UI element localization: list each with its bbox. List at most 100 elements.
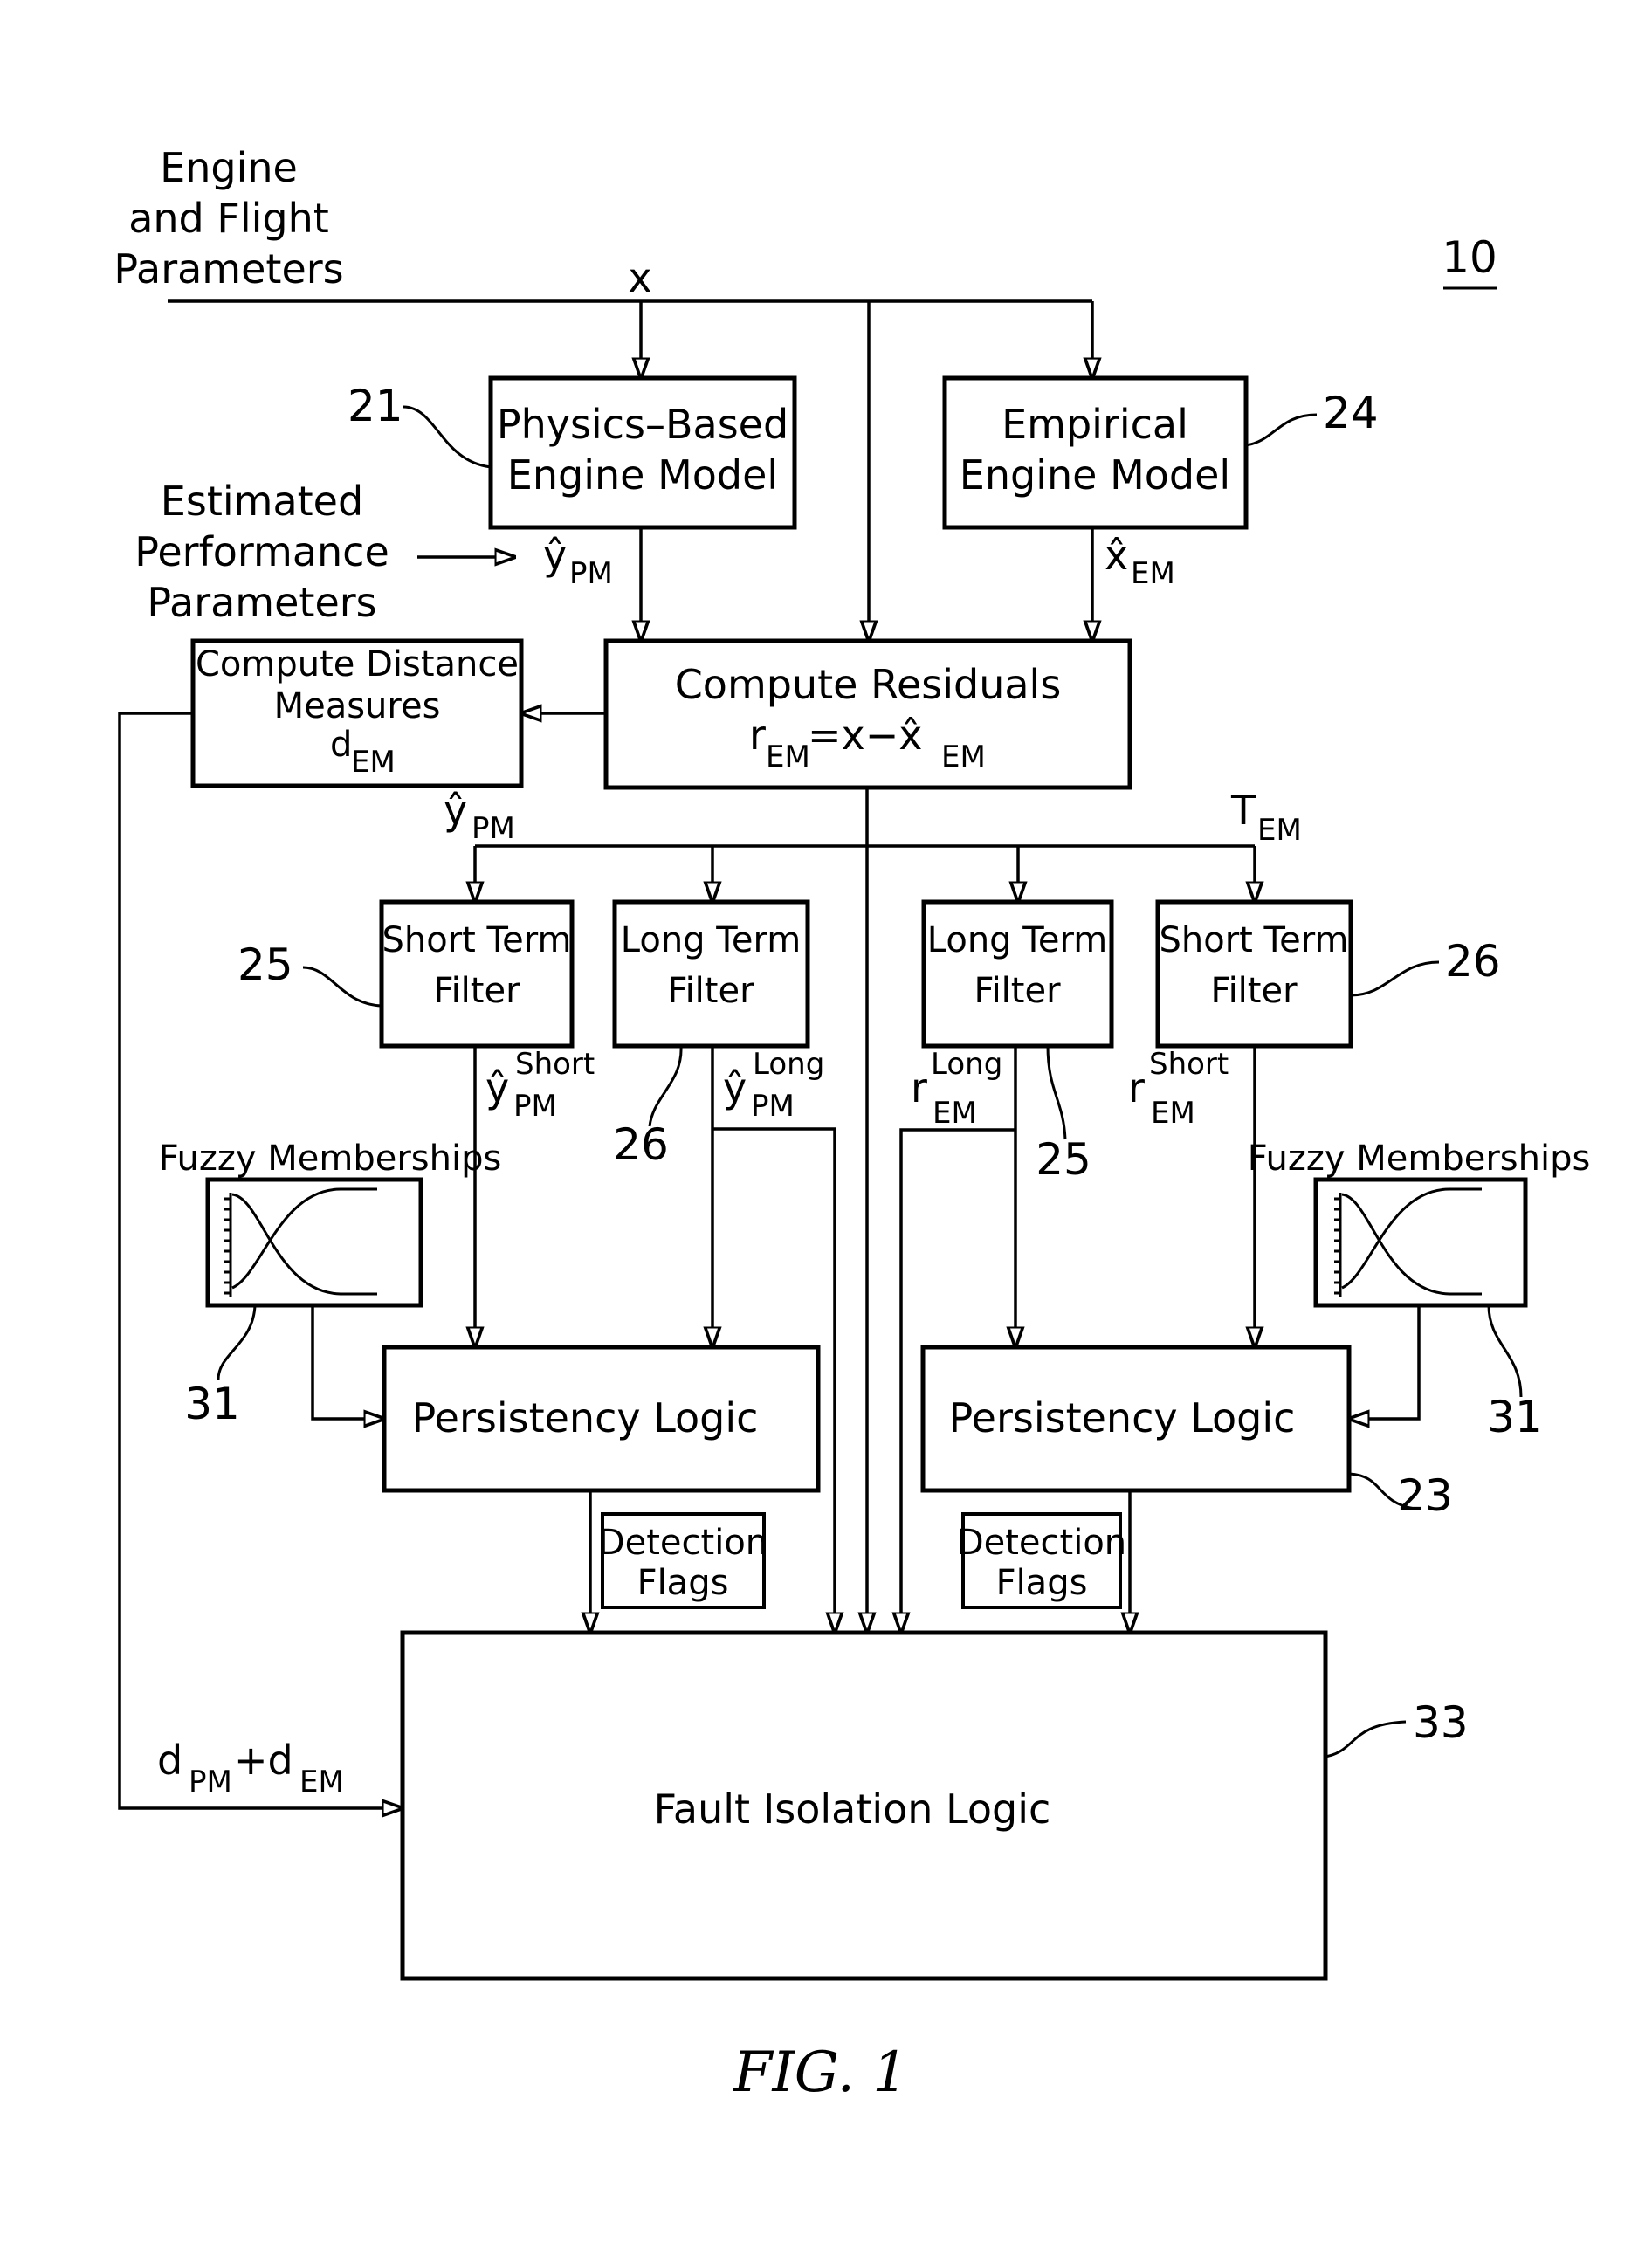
- estimated-line-1: Estimated: [161, 478, 363, 525]
- residuals-formula-r: r: [749, 712, 766, 759]
- figure-reference-number: 10: [1442, 232, 1497, 283]
- t-em-sub: EM: [1257, 813, 1302, 848]
- ref-24: 24: [1323, 388, 1379, 438]
- ref-31-right: 31: [1487, 1392, 1543, 1442]
- signal-distance-sum: d PM +d EM: [157, 1737, 344, 1799]
- y-pm-short-base: ŷ: [485, 1064, 509, 1111]
- lt-em-line-1: Long Term: [927, 920, 1107, 960]
- lt-em-line-2: Filter: [974, 971, 1061, 1011]
- ref-25-left-leader: [302, 966, 382, 1008]
- detection-flags-left-line-1: Detection: [598, 1523, 767, 1563]
- persistency-right-label: Persistency Logic: [949, 1394, 1296, 1441]
- long-term-filter-em-block[interactable]: Long Term Filter: [921, 899, 1114, 1049]
- st-pm-line-1: Short Term: [382, 920, 571, 960]
- residuals-formula-sub1: EM: [766, 740, 810, 774]
- st-em-line-2: Filter: [1210, 971, 1298, 1011]
- st-pm-line-2: Filter: [433, 971, 520, 1011]
- compute-residuals-block[interactable]: Compute Residuals r EM =x−x̂ EM: [603, 638, 1132, 790]
- x-em-hat-sub: EM: [1131, 556, 1175, 591]
- signal-y-pm-bus: ŷ PM: [444, 787, 515, 846]
- residuals-formula-mid: =x−x̂: [808, 712, 923, 759]
- ref-25-left: 25: [237, 939, 293, 990]
- ref-33: 33: [1413, 1697, 1469, 1748]
- ref-31-left-leader: [217, 1304, 257, 1380]
- signal-y-pm-long: ŷ Long PM: [723, 1047, 824, 1124]
- distance-sum-d1: d: [157, 1737, 182, 1784]
- ref-24-leader: [1245, 413, 1318, 447]
- signal-t-em: T EM: [1230, 787, 1302, 848]
- ref-26-right: 26: [1445, 936, 1501, 987]
- x-em-hat-base: x̂: [1105, 532, 1128, 579]
- y-pm-long-sub: PM: [751, 1089, 795, 1124]
- residuals-title: Compute Residuals: [675, 661, 1062, 708]
- fault-isolation-label: Fault Isolation Logic: [654, 1785, 1051, 1833]
- ref-21: 21: [348, 381, 403, 431]
- y-pm-short-sup: Short: [515, 1047, 595, 1082]
- fuzzy-memberships-right-block[interactable]: [1313, 1177, 1528, 1308]
- figure-caption: FIG. 1: [733, 2040, 908, 2105]
- ref-25-right: 25: [1036, 1134, 1091, 1185]
- r-em-long-base: r: [911, 1064, 927, 1111]
- inputs-title-line-2: and Flight: [128, 195, 329, 242]
- r-em-long-sup: Long: [931, 1047, 1002, 1082]
- signal-r-em-long: r Long EM: [911, 1047, 1002, 1131]
- distance-sum-sub2: EM: [299, 1765, 344, 1799]
- fuzzy-memberships-left-block[interactable]: [205, 1177, 423, 1308]
- distance-symbol: d: [330, 725, 352, 765]
- empirical-model-line-1: Empirical: [1002, 401, 1188, 448]
- figure-reference: 10: [1442, 232, 1497, 290]
- fuzzy-right-title: Fuzzy Memberships: [1248, 1139, 1591, 1179]
- physics-model-line-1: Physics–Based: [497, 401, 788, 448]
- distance-sum-sub1: PM: [189, 1765, 232, 1799]
- ref-31-left: 31: [184, 1379, 240, 1429]
- detection-flags-right-line-2: Flags: [996, 1563, 1088, 1603]
- compute-distance-measures-block[interactable]: Compute Distance Measures d EM: [190, 638, 524, 788]
- signal-x-em-hat: x̂ EM: [1105, 532, 1175, 591]
- physics-based-engine-model-block[interactable]: Physics–Based Engine Model: [488, 375, 797, 530]
- distance-sum-plus: +d: [234, 1737, 293, 1784]
- fault-isolation-logic-block[interactable]: Fault Isolation Logic: [400, 1630, 1328, 1981]
- inputs-label: Engine and Flight Parameters x: [114, 144, 651, 301]
- short-term-filter-em-block[interactable]: Short Term Filter: [1155, 899, 1353, 1049]
- ref-26-right-leader: [1350, 960, 1440, 997]
- lt-pm-line-1: Long Term: [621, 920, 801, 960]
- ref-31-right-leader: [1487, 1304, 1523, 1398]
- y-pm-bus-base: ŷ: [444, 787, 467, 834]
- inputs-title-line-3: Parameters: [114, 245, 343, 292]
- st-em-line-1: Short Term: [1159, 920, 1348, 960]
- ref-26-left: 26: [613, 1119, 669, 1170]
- r-em-short-sup: Short: [1149, 1047, 1229, 1082]
- short-term-filter-pm-block[interactable]: Short Term Filter: [379, 899, 575, 1049]
- lt-pm-line-2: Filter: [667, 971, 754, 1011]
- y-pm-long-base: ŷ: [723, 1064, 747, 1111]
- signal-r-em-short: r Short EM: [1128, 1047, 1229, 1131]
- y-pm-short-sub: PM: [513, 1089, 557, 1124]
- empirical-engine-model-block[interactable]: Empirical Engine Model: [942, 375, 1249, 530]
- ref-26-left-leader: [648, 1045, 683, 1127]
- y-pm-hat-sub: PM: [569, 556, 613, 591]
- inputs-title-line-1: Engine: [160, 144, 298, 191]
- ref-33-leader: [1325, 1720, 1407, 1758]
- y-pm-long-sup: Long: [753, 1047, 824, 1082]
- ref-23: 23: [1397, 1470, 1453, 1521]
- persistency-logic-left-block[interactable]: Persistency Logic: [382, 1345, 821, 1493]
- r-em-short-base: r: [1128, 1064, 1145, 1111]
- input-signal-x: x: [628, 254, 651, 301]
- physics-model-line-2: Engine Model: [507, 451, 778, 499]
- fuzzy-right-to-persistency-arrow: [1349, 1305, 1421, 1419]
- empirical-model-line-2: Engine Model: [960, 451, 1230, 499]
- persistency-left-label: Persistency Logic: [412, 1394, 759, 1441]
- persistency-logic-right-block[interactable]: Persistency Logic: [920, 1345, 1352, 1493]
- long-term-filter-pm-block[interactable]: Long Term Filter: [612, 899, 810, 1049]
- ref-21-leader: [403, 405, 492, 469]
- estimated-line-3: Parameters: [147, 579, 376, 626]
- block-diagram: 10 Engine and Flight Parameters x Physic…: [114, 144, 1591, 2105]
- y-pm-bus-sub: PM: [472, 811, 515, 846]
- detection-flags-right-label: Detection Flags: [957, 1512, 1126, 1609]
- fuzzy-left-title: Fuzzy Memberships: [159, 1139, 502, 1179]
- estimated-performance-label: Estimated Performance Parameters: [134, 478, 515, 626]
- t-em-base: T: [1230, 787, 1256, 834]
- detection-flags-left-label: Detection Flags: [598, 1512, 767, 1609]
- residuals-formula-sub2: EM: [941, 740, 986, 774]
- detection-flags-right-line-1: Detection: [957, 1523, 1126, 1563]
